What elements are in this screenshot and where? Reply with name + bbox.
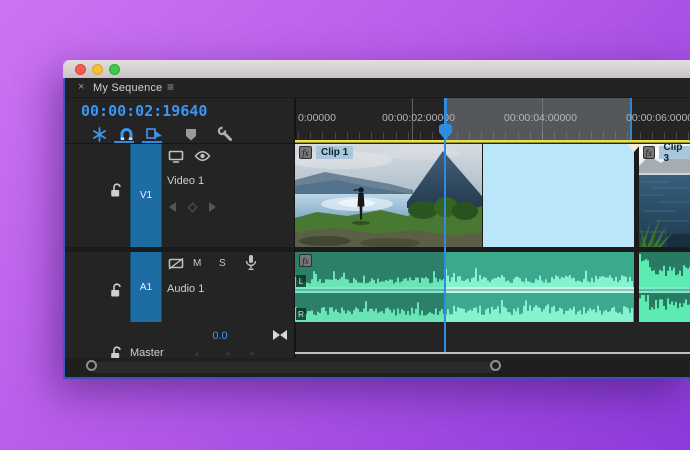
unlock-icon <box>111 183 121 197</box>
audio-clip-label[interactable]: fx <box>299 254 312 267</box>
magnet-icon <box>120 128 132 140</box>
audio-waveform[interactable] <box>295 252 690 322</box>
timeline-panel: × My Sequence ≡ 00:00:02:19640 V1 Video … <box>63 78 690 379</box>
master-control-icon[interactable]: ◂ <box>225 349 229 358</box>
video-track-target-v1[interactable]: V1 <box>130 144 162 247</box>
zoom-window-button[interactable] <box>109 64 120 75</box>
playhead-line[interactable] <box>444 98 446 354</box>
timeline-bottom-edge <box>295 352 690 354</box>
desktop-background: × My Sequence ≡ 00:00:02:19640 V1 Video … <box>0 0 690 450</box>
channel-right-label: R <box>296 308 306 320</box>
clip1-thumbnail[interactable] <box>295 144 482 247</box>
audio-track-lock-toggle[interactable] <box>109 283 123 298</box>
clip1-label[interactable]: fx Clip 1 <box>299 146 354 159</box>
previous-keyframe-icon[interactable] <box>169 202 176 212</box>
audio-keyframe-navigator[interactable] <box>273 330 287 340</box>
voiceover-record-button[interactable] <box>241 254 261 270</box>
timeline-zoom-scrollbar[interactable] <box>65 358 690 377</box>
add-keyframe-icon[interactable] <box>187 202 198 212</box>
marker-icon <box>186 128 196 140</box>
zoom-handle-left[interactable] <box>86 360 97 371</box>
unlock-icon <box>111 283 121 297</box>
monitor-crossed-icon <box>168 257 184 270</box>
monitor-icon <box>168 150 184 163</box>
clip-name: Clip 1 <box>316 146 354 159</box>
close-window-button[interactable] <box>75 64 86 75</box>
linked-selection-button[interactable] <box>144 126 164 142</box>
playhead-timecode[interactable]: 00:00:02:19640 <box>81 102 207 120</box>
video-track-lane[interactable]: fx Clip 1 fx Clip 3 <box>295 144 690 247</box>
ruler-label: 00:00:04:00000 <box>504 112 577 124</box>
audio-track-volume-value[interactable]: 0.0 <box>203 330 237 342</box>
wrench-icon <box>217 126 232 141</box>
time-ruler[interactable]: 0:00000 00:00:02:00000 00:00:04:00000 00… <box>295 98 690 140</box>
add-marker-button[interactable] <box>181 126 201 142</box>
fx-badge-icon: fx <box>299 254 312 267</box>
video-track-lock-toggle[interactable] <box>109 183 123 198</box>
timeline-settings-button[interactable] <box>215 126 235 142</box>
nest-toggle-button[interactable] <box>89 126 109 142</box>
audio-track-target-a1[interactable]: A1 <box>130 252 162 322</box>
eye-icon <box>194 151 210 161</box>
close-panel-icon[interactable]: × <box>78 81 84 93</box>
audio-track-lane[interactable]: fx L R <box>295 252 690 322</box>
panel-menu-icon[interactable]: ≡ <box>167 80 174 94</box>
video-track-name[interactable]: Video 1 <box>167 175 204 187</box>
keyframe-right-icon <box>280 330 287 340</box>
audio-sync-lock-toggle[interactable] <box>166 256 186 272</box>
channel-left-label: L <box>296 275 306 287</box>
nest-icon <box>92 126 106 142</box>
fx-badge-icon: fx <box>299 146 312 159</box>
next-keyframe-icon[interactable] <box>209 202 216 212</box>
video-sync-lock-toggle[interactable] <box>166 148 186 164</box>
header-divider <box>65 143 295 144</box>
tab-my-sequence[interactable]: My Sequence <box>93 82 162 94</box>
solo-track-button[interactable]: S <box>219 258 226 269</box>
ruler-label: 00:00:06:00000 <box>626 112 690 124</box>
window-titlebar[interactable] <box>63 60 690 78</box>
microphone-icon <box>245 254 257 270</box>
clip-name: Clip 3 <box>658 144 690 164</box>
scrollbar-range[interactable] <box>92 362 496 373</box>
premiere-timeline-window: × My Sequence ≡ 00:00:02:19640 V1 Video … <box>63 60 690 379</box>
clip3-label[interactable]: fx Clip 3 <box>643 144 690 164</box>
panel-tab-bar: × My Sequence ≡ <box>65 78 690 98</box>
audio-track-name[interactable]: Audio 1 <box>167 283 204 295</box>
fx-badge-icon: fx <box>643 146 655 159</box>
snap-toggle-button[interactable] <box>116 126 136 142</box>
mute-track-button[interactable]: M <box>193 258 201 269</box>
linked-selection-icon <box>145 128 162 141</box>
master-control-icon[interactable]: ▸ <box>251 349 255 358</box>
selected-clip-segment[interactable] <box>483 144 634 247</box>
video-keyframe-navigator[interactable] <box>169 202 216 212</box>
zoom-handle-right[interactable] <box>490 360 501 371</box>
video-track-output-toggle[interactable] <box>192 148 212 164</box>
master-control-icon[interactable]: ▴ <box>195 349 199 358</box>
keyframe-left-icon <box>273 330 280 340</box>
ruler-label: 0:00000 <box>298 112 336 124</box>
work-area-bar[interactable] <box>295 140 690 143</box>
minimize-window-button[interactable] <box>92 64 103 75</box>
